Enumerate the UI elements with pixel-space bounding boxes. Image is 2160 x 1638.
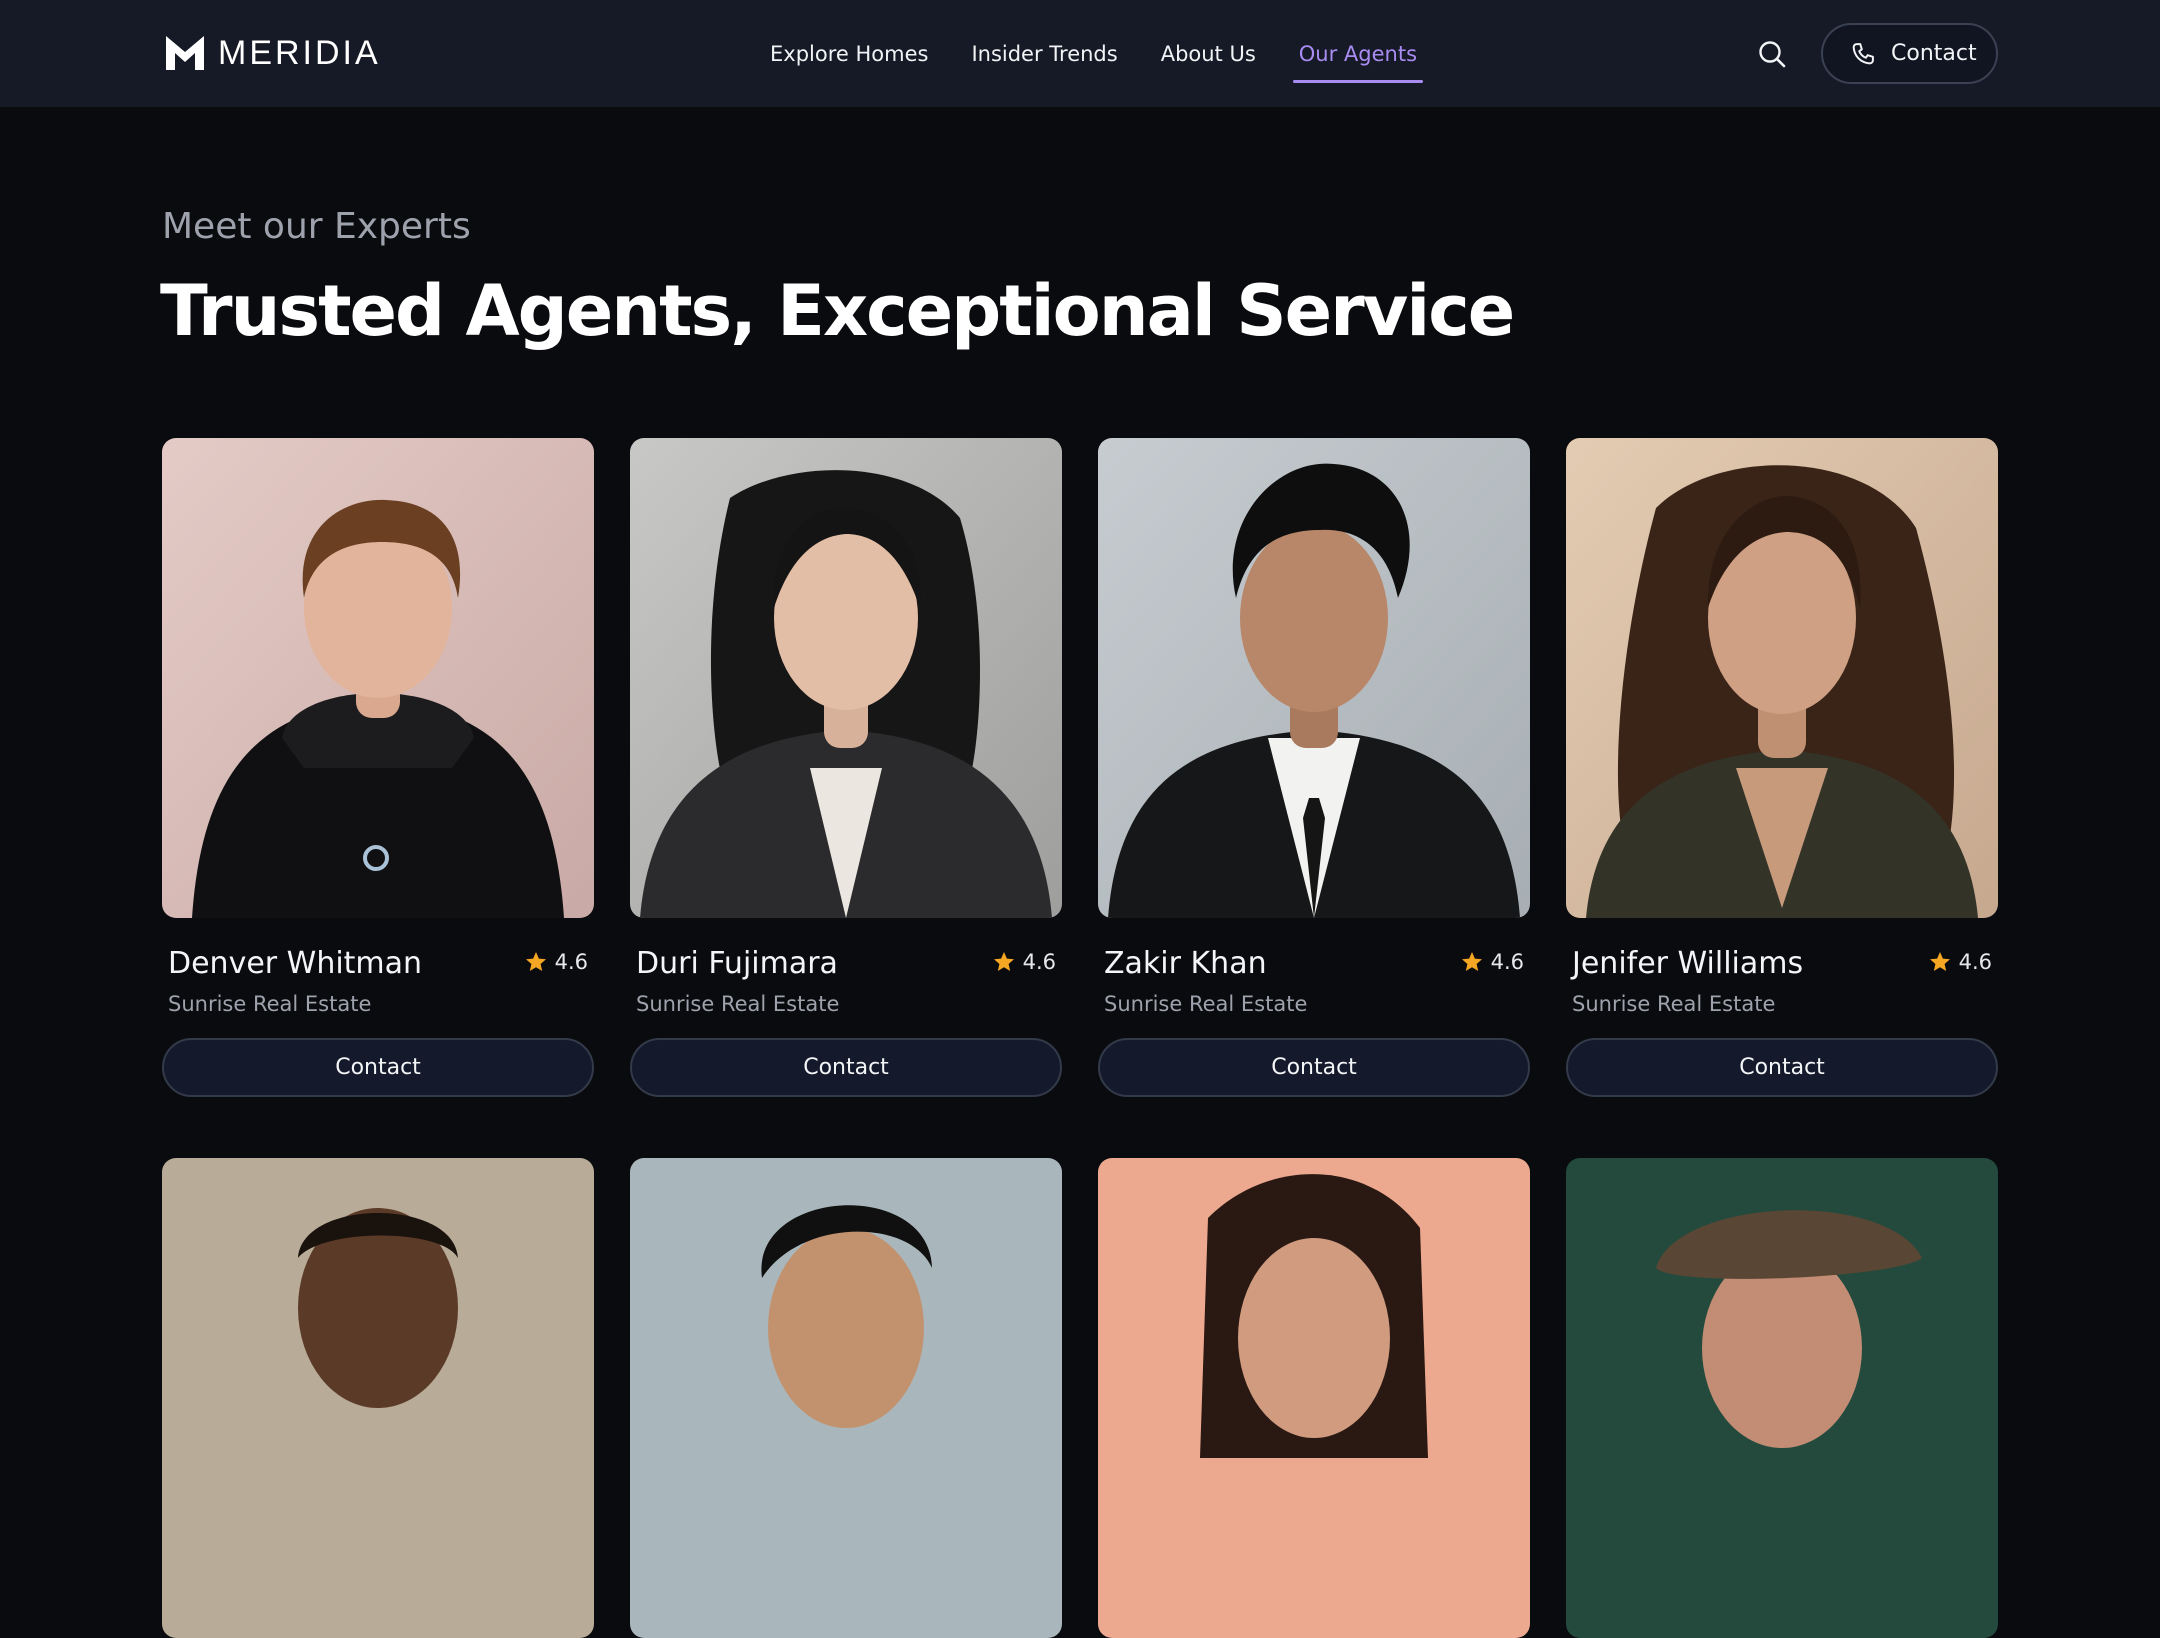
agent-contact-button[interactable]: Contact [1098,1038,1530,1097]
agent-photo [1098,438,1530,918]
star-icon [525,952,546,971]
agent-portrait-image [630,438,1062,918]
section-eyebrow: Meet our Experts [162,206,471,247]
agent-portrait-image [1566,438,1998,918]
rating-value: 4.6 [1490,950,1524,974]
agent-name: Jenifer Williams [1572,946,1804,981]
agent-portrait-image [162,1158,594,1638]
agent-name: Zakir Khan [1104,946,1267,981]
star-icon [1461,952,1482,971]
agent-photo [1566,438,1998,918]
main-menu: Explore Homes Insider Trends About Us Ou… [770,0,1460,107]
phone-icon [1852,42,1874,64]
star-icon [993,952,1014,971]
search-button[interactable] [1756,38,1788,70]
nav-link-about-us[interactable]: About Us [1161,0,1256,107]
agent-name: Duri Fujimara [636,946,838,981]
nav-link-insider-trends[interactable]: Insider Trends [971,0,1117,107]
agent-name: Denver Whitman [168,946,423,981]
agent-agency: Sunrise Real Estate [636,992,840,1016]
agent-photo [162,438,594,918]
agent-photo [630,438,1062,918]
rating-value: 4.6 [554,950,588,974]
nav-link-our-agents[interactable]: Our Agents [1292,0,1424,107]
rating-value: 4.6 [1958,950,1992,974]
agent-photo [1098,1158,1530,1638]
agent-portrait-image [630,1158,1062,1638]
agent-rating: 4.6 [1460,950,1524,974]
agent-contact-button[interactable]: Contact [630,1038,1062,1097]
agent-portrait-image [1098,438,1530,918]
agent-photo [630,1158,1062,1638]
header-contact-label: Contact [1891,41,1977,66]
top-navigation: MERIDIA Explore Homes Insider Trends Abo… [0,0,2160,107]
rating-value: 4.6 [1022,950,1056,974]
page-title: Trusted Agents, Exceptional Service [160,270,1515,352]
agent-rating: 4.6 [992,950,1056,974]
brand-name: MERIDIA [218,34,381,72]
agent-rating: 4.6 [524,950,588,974]
agent-portrait-image [1566,1158,1998,1638]
brand-logo[interactable]: MERIDIA [166,36,381,70]
header-contact-button[interactable]: Contact [1821,23,1998,84]
agent-photo [162,1158,594,1638]
search-icon [1759,41,1786,68]
agent-rating: 4.6 [1928,950,1992,974]
agent-contact-button[interactable]: Contact [162,1038,594,1097]
meridia-logo-icon [166,36,204,70]
nav-link-explore-homes[interactable]: Explore Homes [770,0,928,107]
agent-contact-button[interactable]: Contact [1566,1038,1998,1097]
agent-agency: Sunrise Real Estate [1104,992,1308,1016]
star-icon [1929,952,1950,971]
agent-portrait-image [1098,1158,1530,1638]
agent-agency: Sunrise Real Estate [1572,992,1776,1016]
agent-portrait-image [162,438,594,918]
agent-agency: Sunrise Real Estate [168,992,372,1016]
agent-photo [1566,1158,1998,1638]
